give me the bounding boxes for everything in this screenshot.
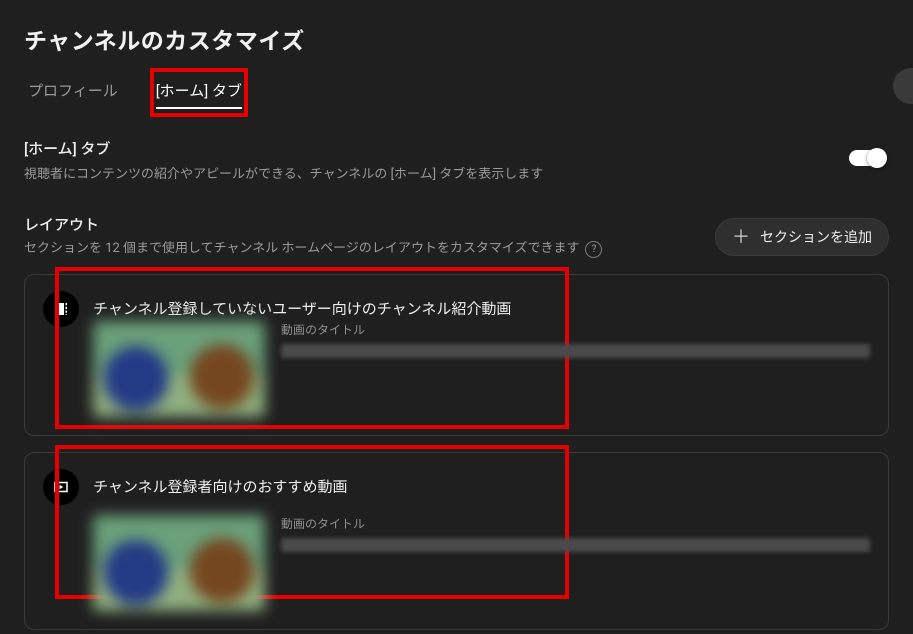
home-tab-toggle-section: [ホーム] タブ 視聴者にコンテンツの紹介やアピールができる、チャンネルの [ホ… [24,138,889,186]
film-icon [43,291,79,327]
page-title: チャンネルのカスタマイズ [24,22,889,56]
video-thumbnail[interactable] [93,321,265,417]
video-icon [43,469,79,505]
account-avatar[interactable] [893,68,913,104]
section-card-title: チャンネル登録していないユーザー向けのチャンネル紹介動画 [93,298,511,319]
add-section-label: セクションを追加 [760,227,872,247]
section-card-featured[interactable]: チャンネル登録者向けのおすすめ動画 動画のタイトル [24,452,889,630]
layout-heading: レイアウト [24,214,602,235]
tab-profile[interactable]: プロフィール [24,70,122,115]
video-title-label: 動画のタイトル [281,515,870,532]
help-icon[interactable]: ? [585,241,602,258]
home-tab-description: 視聴者にコンテンツの紹介やアピールができる、チャンネルの [ホーム] タブを表示… [24,165,829,186]
video-title-placeholder [281,344,870,358]
layout-section: レイアウト セクションを 12 個まで使用してチャンネル ホームページのレイアウ… [24,214,889,630]
home-tab-heading: [ホーム] タブ [24,138,829,159]
section-card-title: チャンネル登録者向けのおすすめ動画 [93,476,348,497]
layout-description: セクションを 12 個まで使用してチャンネル ホームページのレイアウトをカスタマ… [24,239,579,260]
video-title-placeholder [281,538,870,552]
video-title-label: 動画のタイトル [281,321,870,338]
home-tab-toggle[interactable] [849,150,885,166]
tab-home[interactable]: [ホーム] タブ [152,70,246,115]
add-section-button[interactable]: ＋ セクションを追加 [715,218,889,256]
section-card-trailer[interactable]: チャンネル登録していないユーザー向けのチャンネル紹介動画 動画のタイトル [24,274,889,436]
tabs: プロフィール [ホーム] タブ [24,70,889,116]
video-thumbnail[interactable] [93,515,265,611]
